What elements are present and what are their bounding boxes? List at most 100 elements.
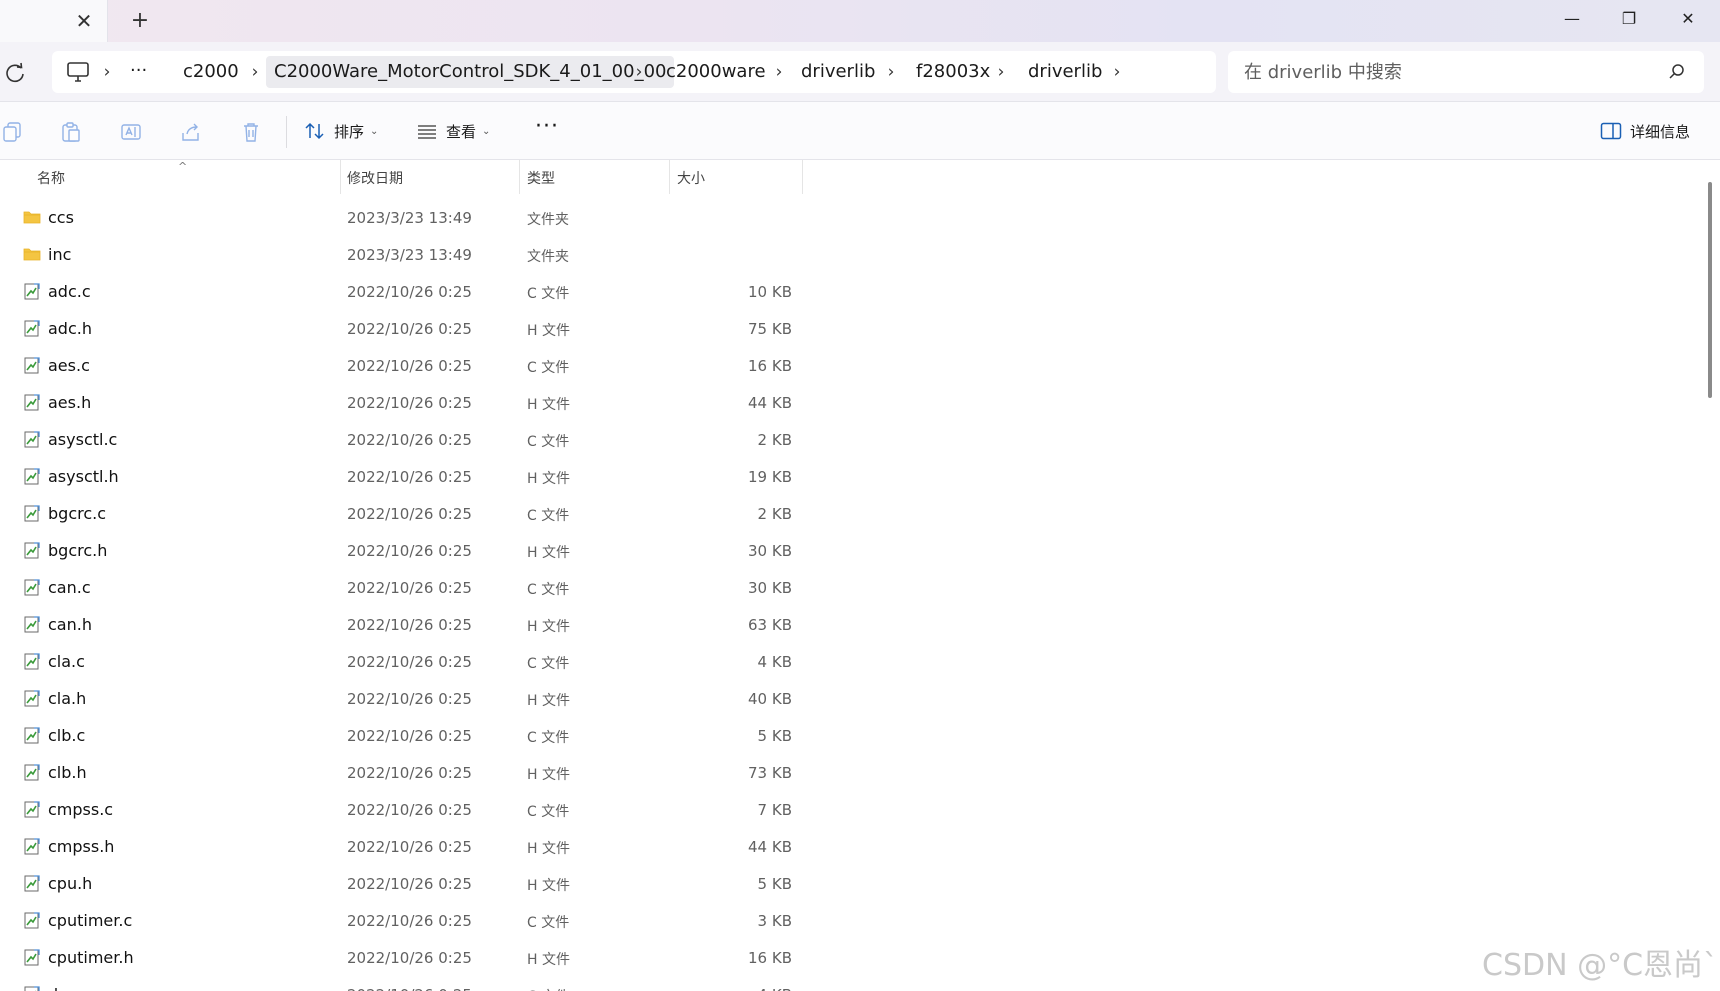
file-type: H 文件 bbox=[527, 619, 570, 635]
column-resize-handle[interactable] bbox=[669, 160, 670, 194]
vertical-scrollbar[interactable] bbox=[1704, 164, 1716, 991]
file-size: 44 KB bbox=[748, 838, 792, 856]
copy-icon[interactable] bbox=[2, 121, 24, 143]
delete-icon[interactable] bbox=[240, 121, 262, 143]
breadcrumb-item[interactable]: f28003x bbox=[916, 61, 990, 83]
title-bar: ✕ + — ❐ ✕ bbox=[0, 0, 1720, 42]
sort-button[interactable]: 排序 ⌄ bbox=[304, 116, 378, 146]
file-name: cmpss.h bbox=[48, 837, 115, 856]
source-file-icon bbox=[23, 282, 41, 300]
file-date: 2022/10/26 0:25 bbox=[347, 468, 472, 486]
file-row[interactable]: adc.c 2022/10/26 0:25 C 文件 10 KB bbox=[0, 273, 802, 310]
chevron-right-icon: › bbox=[775, 62, 783, 82]
file-type: H 文件 bbox=[527, 878, 570, 894]
file-row[interactable]: clb.h 2022/10/26 0:25 H 文件 73 KB bbox=[0, 754, 802, 791]
file-type: H 文件 bbox=[527, 841, 570, 857]
file-row[interactable]: asysctl.h 2022/10/26 0:25 H 文件 19 KB bbox=[0, 458, 802, 495]
paste-icon[interactable] bbox=[60, 121, 82, 143]
close-window-button[interactable]: ✕ bbox=[1659, 0, 1717, 38]
sort-label: 排序 bbox=[334, 122, 365, 141]
file-type: C 文件 bbox=[527, 360, 570, 376]
file-name: bgcrc.h bbox=[48, 541, 108, 560]
file-name: ccs bbox=[48, 208, 74, 227]
file-type: H 文件 bbox=[527, 693, 570, 709]
column-header-size[interactable]: 大小 bbox=[677, 168, 705, 188]
file-size: 19 KB bbox=[748, 468, 792, 486]
address-bar[interactable]: › ··· c2000 › C2000Ware_MotorControl_SDK… bbox=[52, 51, 1216, 93]
details-pane-button[interactable]: 详细信息 bbox=[1600, 116, 1690, 146]
breadcrumb-overflow[interactable]: ··· bbox=[130, 60, 147, 82]
file-row[interactable]: cla.h 2022/10/26 0:25 H 文件 40 KB bbox=[0, 680, 802, 717]
rename-icon[interactable] bbox=[120, 121, 142, 143]
search-input[interactable] bbox=[1244, 59, 1644, 85]
this-pc-icon[interactable] bbox=[66, 61, 90, 83]
file-date: 2022/10/26 0:25 bbox=[347, 986, 472, 991]
folder-row[interactable]: ccs 2023/3/23 13:49 文件夹 bbox=[0, 199, 802, 236]
file-row[interactable]: cla.c 2022/10/26 0:25 C 文件 4 KB bbox=[0, 643, 802, 680]
address-row: › ··· c2000 › C2000Ware_MotorControl_SDK… bbox=[0, 42, 1720, 102]
file-size: 16 KB bbox=[748, 949, 792, 967]
search-icon[interactable] bbox=[1668, 63, 1686, 81]
file-row[interactable]: aes.c 2022/10/26 0:25 C 文件 16 KB bbox=[0, 347, 802, 384]
file-name: clb.h bbox=[48, 763, 87, 782]
minimize-button[interactable]: — bbox=[1543, 0, 1601, 38]
chevron-right-icon: › bbox=[635, 62, 643, 82]
file-name: cla.c bbox=[48, 652, 85, 671]
column-header-type[interactable]: 类型 bbox=[527, 168, 555, 188]
column-header-date[interactable]: 修改日期 bbox=[347, 168, 403, 188]
restore-button[interactable]: ❐ bbox=[1600, 0, 1658, 38]
file-row[interactable]: clb.c 2022/10/26 0:25 C 文件 5 KB bbox=[0, 717, 802, 754]
file-row[interactable]: dac.c 2022/10/26 0:25 C 文件 4 KB bbox=[0, 976, 802, 991]
file-row[interactable]: bgcrc.c 2022/10/26 0:25 C 文件 2 KB bbox=[0, 495, 802, 532]
scrollbar-thumb[interactable] bbox=[1708, 182, 1712, 398]
refresh-icon[interactable] bbox=[4, 62, 26, 84]
file-row[interactable]: cpu.h 2022/10/26 0:25 H 文件 5 KB bbox=[0, 865, 802, 902]
file-row[interactable]: aes.h 2022/10/26 0:25 H 文件 44 KB bbox=[0, 384, 802, 421]
file-type: C 文件 bbox=[527, 986, 569, 991]
file-row[interactable]: cmpss.c 2022/10/26 0:25 C 文件 7 KB bbox=[0, 791, 802, 828]
file-name: asysctl.c bbox=[48, 430, 118, 449]
column-resize-handle[interactable] bbox=[802, 160, 803, 194]
browser-tab[interactable]: ✕ bbox=[0, 0, 108, 42]
folder-row[interactable]: inc 2023/3/23 13:49 文件夹 bbox=[0, 236, 802, 273]
file-name: adc.c bbox=[48, 282, 91, 301]
folder-icon bbox=[23, 208, 41, 226]
new-tab-button[interactable]: + bbox=[128, 10, 152, 34]
file-row[interactable]: asysctl.c 2022/10/26 0:25 C 文件 2 KB bbox=[0, 421, 802, 458]
file-type: C 文件 bbox=[527, 656, 570, 672]
file-type: C 文件 bbox=[527, 730, 570, 746]
breadcrumb-item-selected[interactable]: C2000Ware_MotorControl_SDK_4_01_00_00 bbox=[266, 56, 675, 88]
file-row[interactable]: cmpss.h 2022/10/26 0:25 H 文件 44 KB bbox=[0, 828, 802, 865]
breadcrumb-item[interactable]: c2000 bbox=[183, 61, 239, 83]
file-row[interactable]: cputimer.c 2022/10/26 0:25 C 文件 3 KB bbox=[0, 902, 802, 939]
file-size: 4 KB bbox=[758, 986, 792, 991]
source-file-icon bbox=[23, 689, 41, 707]
file-row[interactable]: can.h 2022/10/26 0:25 H 文件 63 KB bbox=[0, 606, 802, 643]
file-size: 4 KB bbox=[757, 653, 792, 671]
source-file-icon bbox=[23, 874, 41, 892]
breadcrumb-item[interactable]: c2000ware bbox=[666, 61, 766, 83]
column-resize-handle[interactable] bbox=[519, 160, 520, 194]
chevron-right-icon[interactable]: › bbox=[1110, 63, 1124, 81]
column-header-name[interactable]: 名称 bbox=[37, 168, 65, 188]
file-row[interactable]: can.c 2022/10/26 0:25 C 文件 30 KB bbox=[0, 569, 802, 606]
file-row[interactable]: bgcrc.h 2022/10/26 0:25 H 文件 30 KB bbox=[0, 532, 802, 569]
source-file-icon bbox=[23, 467, 41, 485]
close-tab-icon[interactable]: ✕ bbox=[74, 11, 94, 31]
file-type: H 文件 bbox=[527, 767, 570, 783]
view-button[interactable]: 查看 ⌄ bbox=[416, 116, 490, 146]
breadcrumb-item[interactable]: driverlib bbox=[801, 61, 875, 83]
source-file-icon bbox=[23, 911, 41, 929]
column-resize-handle[interactable] bbox=[340, 160, 341, 194]
file-row[interactable]: adc.h 2022/10/26 0:25 H 文件 75 KB bbox=[0, 310, 802, 347]
breadcrumb-item[interactable]: driverlib bbox=[1028, 61, 1102, 83]
command-bar: 排序 ⌄ 查看 ⌄ ··· 详细信息 bbox=[0, 102, 1720, 160]
search-box[interactable] bbox=[1228, 51, 1704, 93]
sort-ascending-icon: ^ bbox=[178, 160, 188, 173]
file-row[interactable]: cputimer.h 2022/10/26 0:25 H 文件 16 KB bbox=[0, 939, 802, 976]
share-icon[interactable] bbox=[180, 121, 202, 143]
more-options-icon[interactable]: ··· bbox=[532, 116, 562, 146]
file-date: 2022/10/26 0:25 bbox=[347, 949, 472, 967]
column-header-row: ^ 名称 修改日期 类型 大小 bbox=[0, 160, 803, 194]
file-size: 5 KB bbox=[757, 875, 792, 893]
